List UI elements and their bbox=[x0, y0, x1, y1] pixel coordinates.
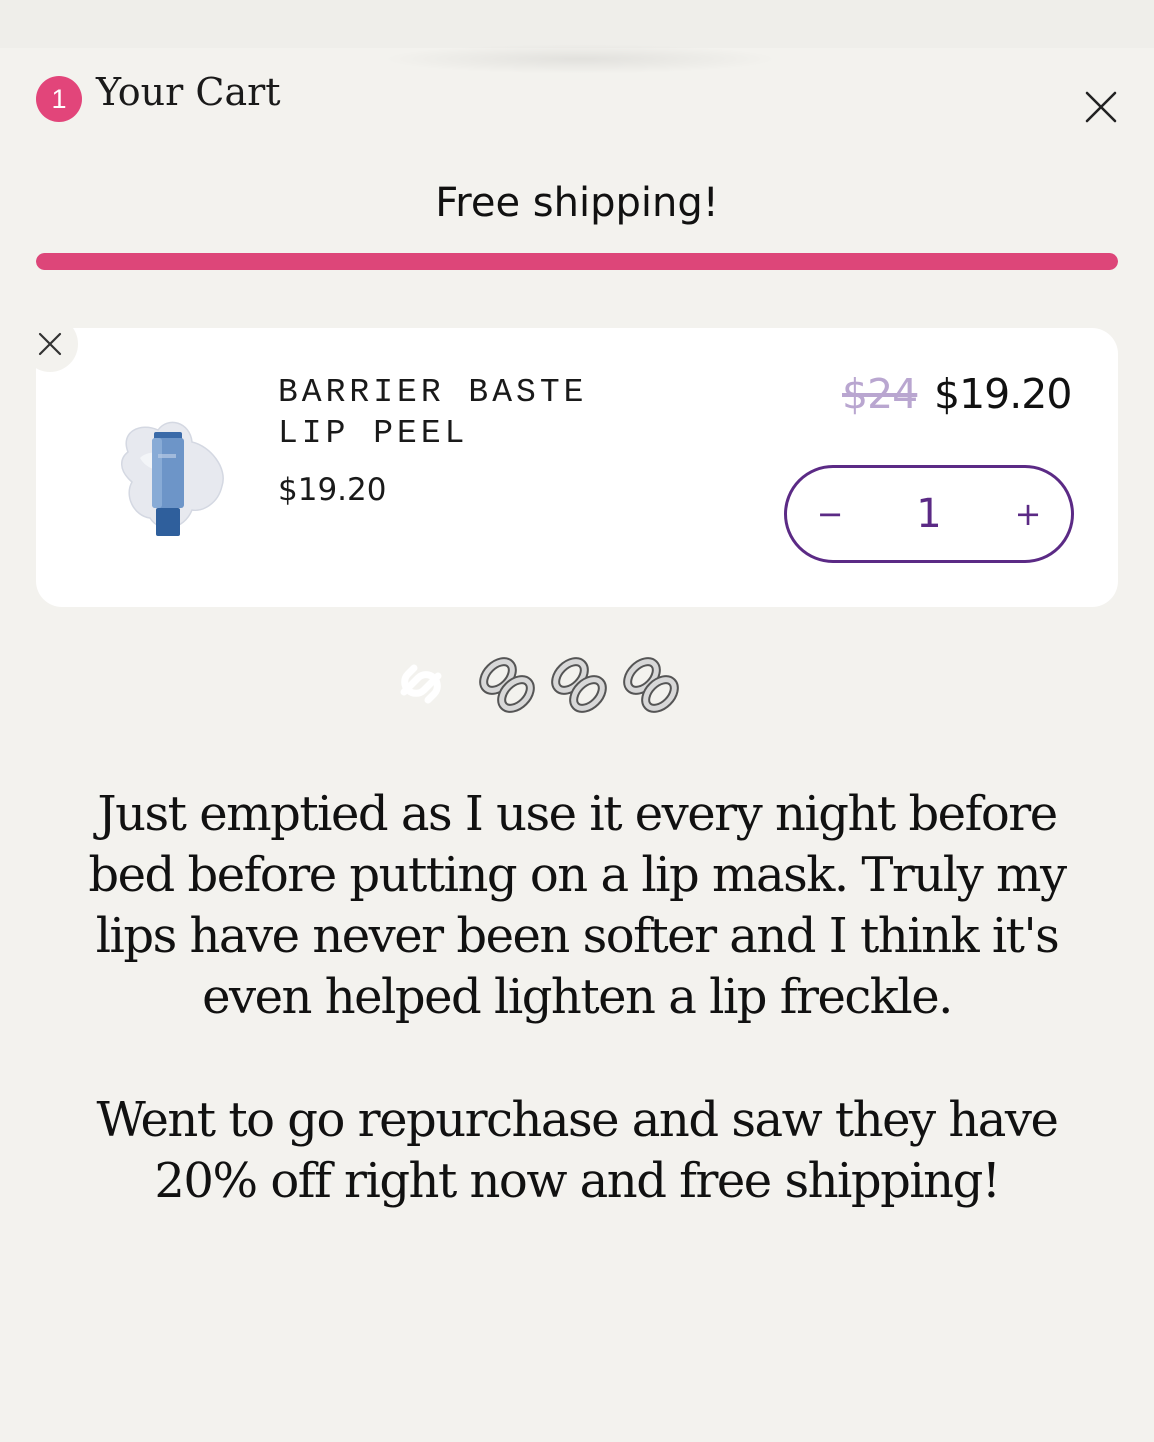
remove-item-button[interactable] bbox=[22, 316, 78, 372]
cart-count-badge: 1 bbox=[36, 76, 82, 122]
link-emoji: 🔗🔗🔗🔗 bbox=[400, 657, 679, 713]
product-image[interactable] bbox=[110, 412, 240, 552]
product-name[interactable]: BARRIER BASTE LIP PEEL bbox=[278, 372, 678, 454]
cart-title: Your Cart bbox=[96, 70, 281, 114]
close-icon bbox=[38, 332, 62, 356]
link-icon bbox=[400, 664, 442, 704]
close-cart-button[interactable] bbox=[1080, 86, 1122, 128]
close-icon bbox=[1085, 91, 1117, 123]
header-shadow bbox=[380, 44, 780, 74]
top-strip bbox=[0, 0, 1154, 48]
sale-price: $19.20 bbox=[934, 370, 1072, 418]
chain-icon bbox=[479, 657, 535, 713]
product-unit-price: $19.20 bbox=[278, 472, 387, 508]
original-price: $24 bbox=[842, 370, 918, 418]
shipping-progress-fill bbox=[36, 253, 1118, 270]
increase-quantity-button[interactable]: + bbox=[993, 468, 1063, 560]
quantity-value[interactable]: 1 bbox=[887, 468, 971, 560]
review-paragraph: Went to go repurchase and saw they have … bbox=[96, 1092, 1059, 1209]
chain-icon bbox=[623, 657, 679, 713]
review-paragraph: Just emptied as I use it every night bef… bbox=[88, 786, 1067, 1025]
shipping-progress-bar bbox=[36, 253, 1118, 270]
decrease-quantity-button[interactable]: − bbox=[795, 468, 865, 560]
chain-icon bbox=[551, 657, 607, 713]
quantity-stepper: − 1 + bbox=[784, 465, 1074, 563]
free-shipping-message: Free shipping! bbox=[435, 180, 719, 226]
